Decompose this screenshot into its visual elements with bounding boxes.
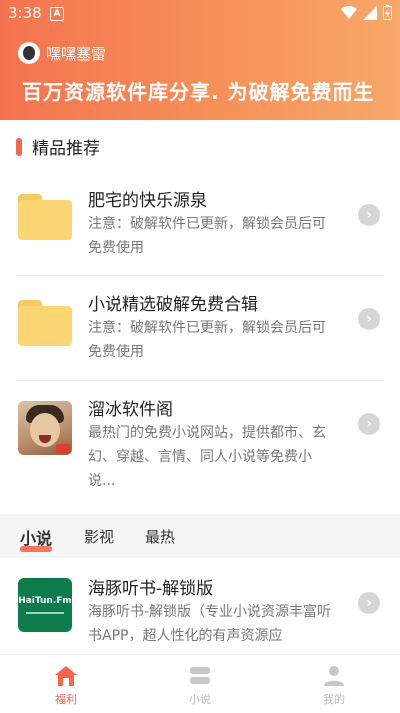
wifi-icon — [341, 5, 357, 19]
item-desc: 注意：破解软件已更新，解锁会员后可免费使用 — [88, 320, 326, 360]
tab-video[interactable]: 影视 — [84, 526, 114, 547]
user-row[interactable]: 嘿嘿塞雷 — [18, 42, 106, 64]
nav-label: 小说 — [189, 693, 211, 706]
item-title: 海豚听书-解锁版 — [88, 579, 214, 599]
item-desc: 注意：破解软件已更新，解锁会员后可免费使用 — [88, 216, 326, 256]
item-desc: 海豚听书-解锁版（专业小说资源丰富听书APP，超人性化的有声资源应 — [88, 604, 332, 644]
item-desc: 最热门的免费小说网站，提供都市、玄幻、穿越、言情、同人小说等免费小说... — [88, 425, 326, 489]
tab-novel[interactable]: 小说 — [20, 525, 52, 549]
list-item[interactable]: HaiTun.Fm 海豚听书-解锁版 海豚听书-解锁版（专业小说资源丰富听书AP… — [0, 560, 400, 654]
status-bar: 3:38 A — [0, 0, 400, 28]
stack-icon — [188, 665, 212, 687]
status-icons — [341, 5, 392, 20]
nav-item-mine[interactable]: 我的 — [304, 665, 364, 707]
haitun-logo-text: HaiTun.Fm — [18, 596, 72, 606]
section-title: 精品推荐 — [16, 134, 100, 159]
signal-icon — [363, 5, 377, 20]
home-icon — [54, 665, 78, 687]
slogan-banner: 百万资源软件库分享. 为破解免费而生 — [22, 80, 375, 104]
username: 嘿嘿塞雷 — [46, 44, 107, 63]
bottom-nav: 福利 小说 我的 — [0, 654, 400, 713]
chevron-right-icon[interactable]: › — [358, 592, 380, 614]
category-tabs: 小说 影视 最热 — [0, 514, 400, 558]
person-icon — [322, 665, 346, 687]
status-time: 3:38 — [8, 4, 42, 22]
list-item[interactable]: 小说精选破解免费合辑 注意：破解软件已更新，解锁会员后可免费使用 › — [0, 276, 400, 380]
tab-hot[interactable]: 最热 — [145, 526, 175, 547]
battery-icon — [383, 5, 392, 20]
folder-icon — [18, 300, 72, 346]
list-item[interactable]: 肥宅的快乐源泉 注意：破解软件已更新，解锁会员后可免费使用 › — [0, 168, 400, 274]
chevron-right-icon[interactable]: › — [358, 204, 380, 226]
nav-label: 我的 — [323, 693, 345, 706]
chevron-right-icon[interactable]: › — [358, 413, 380, 435]
haitun-app-icon: HaiTun.Fm — [18, 578, 72, 632]
avatar[interactable] — [18, 42, 40, 64]
chevron-right-icon[interactable]: › — [358, 308, 380, 330]
item-title: 肥宅的快乐源泉 — [88, 191, 207, 211]
header-banner: 3:38 A 嘿嘿塞雷 百万资源软件库分享. 为破解免费而生 — [0, 0, 400, 120]
nav-item-welfare[interactable]: 福利 — [36, 665, 96, 707]
nav-item-novel[interactable]: 小说 — [170, 665, 230, 707]
item-title: 小说精选破解免费合辑 — [88, 295, 258, 315]
item-title: 溜冰软件阁 — [88, 400, 173, 420]
section-accent-bar — [16, 137, 22, 156]
nav-label: 福利 — [55, 693, 77, 706]
folder-icon — [18, 194, 72, 240]
notification-icon: A — [50, 7, 64, 21]
photo-thumbnail — [18, 401, 72, 455]
list-item[interactable]: 溜冰软件阁 最热门的免费小说网站，提供都市、玄幻、穿越、言情、同人小说等免费小说… — [0, 381, 400, 511]
section-label: 精品推荐 — [32, 139, 100, 159]
